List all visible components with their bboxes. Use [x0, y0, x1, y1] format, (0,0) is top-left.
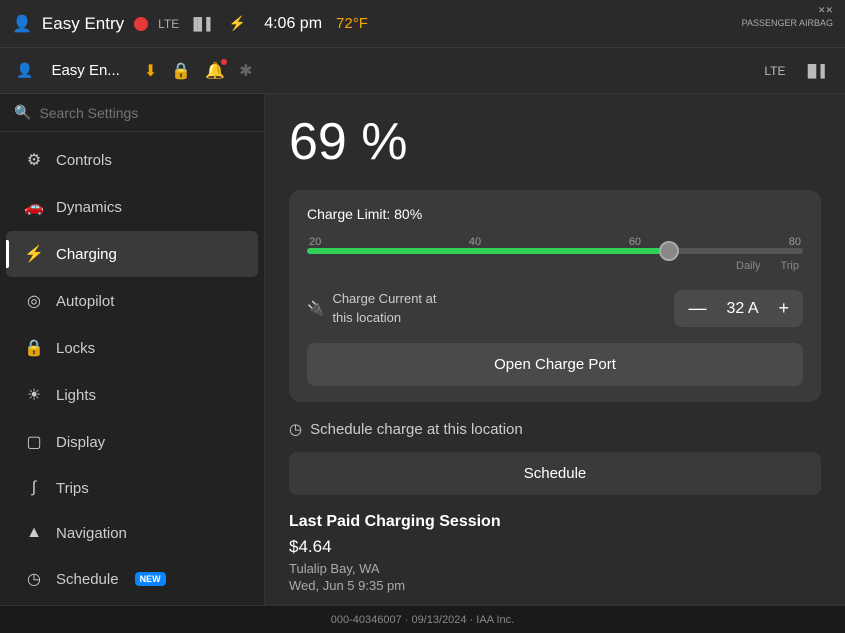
session-amount: $4.64 [289, 537, 821, 557]
schedule-button[interactable]: Schedule [289, 452, 821, 495]
slider-mark-80: 80 [789, 236, 801, 248]
lte-badge: LTE [158, 17, 179, 31]
airbag-icon: ✕✕ [742, 4, 833, 17]
schedule-section: ◷ Schedule charge at this location Sched… [289, 420, 821, 495]
slider-labels: 20 40 60 80 [307, 236, 803, 248]
charge-current-value: 32 A [722, 300, 762, 318]
charge-current-row: 🔌 Charge Current at this location — 32 A… [307, 286, 803, 331]
lte-right: LTE [764, 64, 785, 78]
charging-icon: ⚡ [24, 244, 44, 264]
signal-right: ▐▌▌ [803, 64, 829, 78]
trips-icon: ∫ [24, 479, 44, 497]
sidebar-menu: ⚙ Controls 🚗 Dynamics ⚡ Charging ◎ Autop… [0, 136, 264, 605]
sidebar-item-navigation[interactable]: ▲ Navigation [6, 511, 258, 555]
locks-icon: 🔒 [24, 338, 44, 358]
bottom-bar: 000-40346007 · 09/13/2024 · IAA Inc. [0, 605, 845, 633]
lights-icon: ☀ [24, 385, 44, 405]
battery-icon: ⚡ [229, 15, 246, 32]
sidebar-item-lights[interactable]: ☀ Lights [6, 372, 258, 418]
app-title: Easy Entry [42, 14, 124, 34]
slider-mark-40: 40 [469, 236, 481, 248]
sidebar-item-locks[interactable]: 🔒 Locks [6, 325, 258, 371]
controls-icon: ⚙ [24, 150, 44, 170]
main-content: 🔍 ⚙ Controls 🚗 Dynamics ⚡ Charging ◎ [0, 94, 845, 605]
charge-increase-button[interactable]: + [778, 298, 789, 319]
sidebar-item-trips[interactable]: ∫ Trips [6, 466, 258, 510]
signal-bars: ▐▌▌ [189, 17, 215, 31]
slider-mark-20: 20 [309, 236, 321, 248]
schedule-title: ◷ Schedule charge at this location [289, 420, 821, 438]
last-session: Last Paid Charging Session $4.64 Tulalip… [289, 513, 821, 593]
charge-percent: 69 % [289, 112, 821, 172]
sidebar-item-charging[interactable]: ⚡ Charging [6, 231, 258, 277]
navigation-icon: ▲ [24, 524, 44, 542]
plug-icon: 🔌 [307, 300, 324, 317]
slider-fill [307, 248, 669, 254]
status-bar: 👤 Easy Entry LTE ▐▌▌ ⚡ 4:06 pm 72°F ✕✕ P… [0, 0, 845, 48]
profile-icon: 👤 [12, 14, 32, 34]
sidebar-item-display[interactable]: ▢ Display [6, 419, 258, 465]
slider-mark-60: 60 [629, 236, 641, 248]
sidebar-item-schedule[interactable]: ◷ Schedule NEW [6, 556, 258, 602]
content-panel: 69 % Charge Limit: 80% 20 40 60 80 Daily… [265, 94, 845, 605]
nav-icons: ⬇ 🔒 🔔 ✱ [144, 61, 253, 81]
sidebar: 🔍 ⚙ Controls 🚗 Dynamics ⚡ Charging ◎ [0, 94, 265, 605]
new-badge: NEW [135, 572, 166, 586]
nav-profile-icon: 👤 [16, 62, 33, 79]
session-location: Tulalip Bay, WA [289, 561, 821, 576]
nav-bar: 👤 Easy En... ⬇ 🔒 🔔 ✱ LTE ▐▌▌ [0, 48, 845, 94]
charge-limit-label: Charge Limit: 80% [307, 206, 803, 222]
trip-label: Trip [780, 260, 799, 272]
slider-thumb[interactable] [659, 241, 679, 261]
charge-control: — 32 A + [674, 290, 803, 327]
open-charge-port-button[interactable]: Open Charge Port [307, 343, 803, 386]
record-dot [134, 17, 148, 31]
search-icon: 🔍 [14, 104, 31, 121]
charge-current-text: Charge Current at this location [332, 290, 436, 326]
charge-decrease-button[interactable]: — [688, 298, 706, 319]
bottom-bar-text: 000-40346007 · 09/13/2024 · IAA Inc. [331, 614, 514, 626]
lock-nav-icon[interactable]: 🔒 [171, 61, 191, 81]
slider-sub-labels: Daily Trip [307, 260, 803, 272]
session-date: Wed, Jun 5 9:35 pm [289, 578, 821, 593]
slider-track[interactable] [307, 248, 803, 254]
daily-label: Daily [736, 260, 760, 272]
search-input[interactable] [39, 105, 250, 121]
charge-slider-container[interactable]: 20 40 60 80 Daily Trip [307, 236, 803, 272]
charge-current-left: 🔌 Charge Current at this location [307, 290, 437, 326]
temperature: 72°F [336, 15, 368, 32]
clock: 4:06 pm [264, 15, 322, 33]
dynamics-icon: 🚗 [24, 197, 44, 217]
sidebar-item-dynamics[interactable]: 🚗 Dynamics [6, 184, 258, 230]
bell-icon[interactable]: 🔔 [205, 61, 225, 81]
sidebar-item-autopilot[interactable]: ◎ Autopilot [6, 278, 258, 324]
download-icon[interactable]: ⬇ [144, 61, 157, 81]
active-indicator [6, 240, 9, 268]
schedule-clock-icon: ◷ [289, 420, 302, 438]
passenger-airbag: ✕✕ PASSENGER AIRBAG [742, 4, 833, 29]
display-icon: ▢ [24, 432, 44, 452]
bluetooth-icon[interactable]: ✱ [239, 61, 252, 81]
autopilot-icon: ◎ [24, 291, 44, 311]
nav-title: Easy En... [51, 62, 119, 79]
search-bar[interactable]: 🔍 [0, 94, 264, 132]
sidebar-item-controls[interactable]: ⚙ Controls [6, 137, 258, 183]
schedule-icon: ◷ [24, 569, 44, 589]
last-session-title: Last Paid Charging Session [289, 513, 821, 531]
charge-card: Charge Limit: 80% 20 40 60 80 Daily Trip [289, 190, 821, 402]
